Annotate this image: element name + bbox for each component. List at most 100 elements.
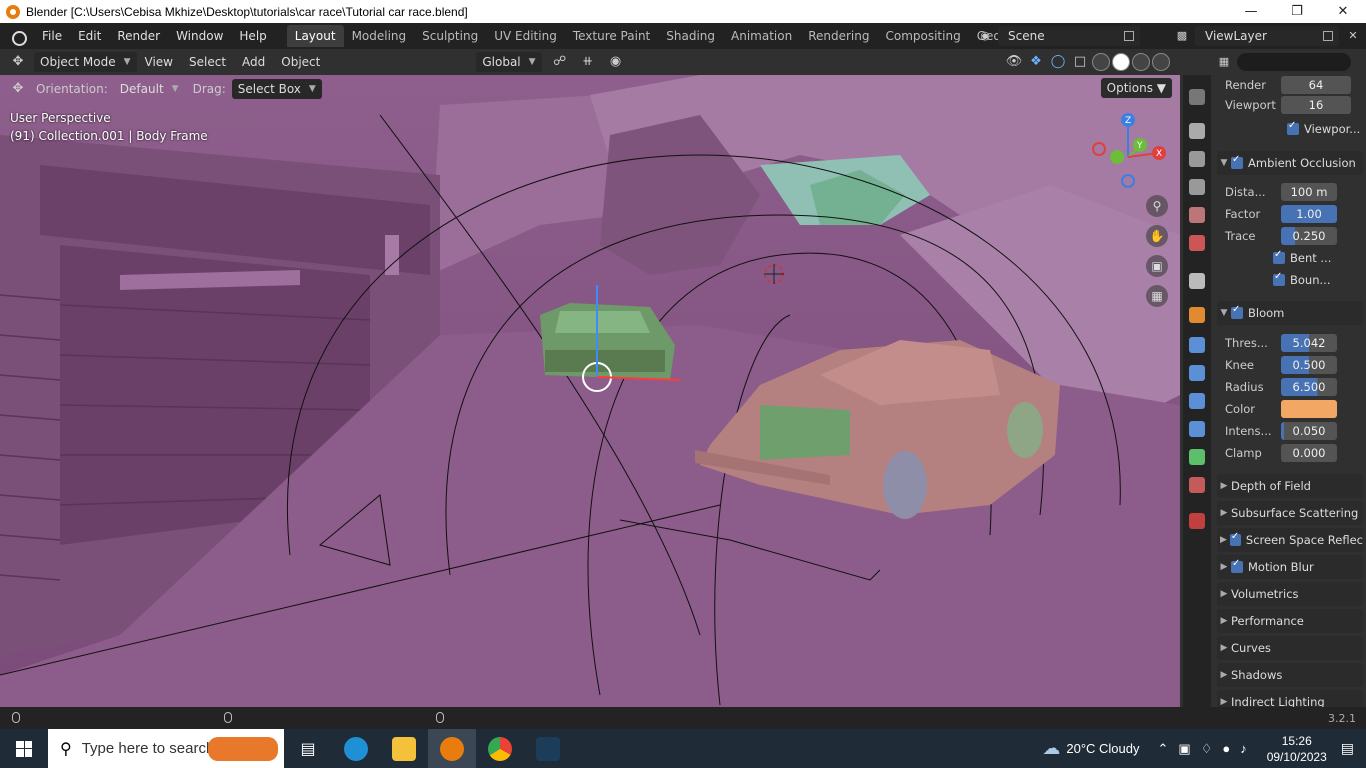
editor-type-icon[interactable]: ✥: [8, 52, 28, 72]
blender-menu-icon[interactable]: [10, 29, 27, 46]
depth-of-field-panel[interactable]: ▶ Depth of Field: [1217, 474, 1363, 498]
tab-compositing[interactable]: Compositing: [877, 25, 968, 47]
drag-dropdown[interactable]: Select Box ▼: [231, 78, 322, 99]
tab-uv-editing[interactable]: UV Editing: [486, 25, 565, 47]
subsurface-scattering-panel[interactable]: ▶ Subsurface Scattering: [1217, 501, 1363, 525]
start-button[interactable]: [0, 729, 48, 768]
gizmo-neg-y[interactable]: [1110, 150, 1124, 164]
copy-scene-icon[interactable]: [1124, 31, 1134, 41]
edge-taskbar-button[interactable]: [332, 729, 380, 768]
particles-tab-icon[interactable]: [1189, 365, 1205, 381]
bloom-panel[interactable]: ▼Bloom: [1217, 301, 1363, 325]
mode-dropdown[interactable]: Object Mode ▼: [34, 52, 137, 72]
volumetrics-panel[interactable]: ▶ Volumetrics: [1217, 582, 1363, 606]
weather-text[interactable]: 20°C Cloudy: [1066, 741, 1139, 756]
close-button[interactable]: ✕: [1320, 0, 1366, 23]
solid-shading-icon[interactable]: [1112, 53, 1130, 71]
restore-button[interactable]: ❐: [1274, 0, 1320, 23]
scene-selector[interactable]: Scene: [998, 26, 1140, 46]
wireframe-shading-icon[interactable]: [1092, 53, 1110, 71]
bloom-color-swatch[interactable]: [1281, 400, 1337, 418]
gizmo-neg-z[interactable]: [1121, 174, 1135, 188]
wifi-icon[interactable]: ●: [1222, 741, 1230, 756]
perspective-toggle-icon[interactable]: ▦: [1146, 285, 1168, 307]
properties-editor-icon[interactable]: ▦: [1217, 55, 1231, 69]
clock[interactable]: 15:26 09/10/2023: [1267, 733, 1327, 765]
menu-object[interactable]: Object: [273, 55, 328, 69]
scene-icon[interactable]: ◉: [978, 29, 992, 43]
object-tab-icon[interactable]: [1189, 307, 1205, 323]
menu-edit[interactable]: Edit: [70, 23, 109, 49]
visibility-icon[interactable]: 👁: [1004, 52, 1024, 72]
3d-viewport[interactable]: User Perspective (91) Collection.001 | B…: [0, 75, 1180, 707]
camera-view-icon[interactable]: ▣: [1146, 255, 1168, 277]
copy-viewlayer-icon[interactable]: [1323, 31, 1333, 41]
transform-orientation-dropdown[interactable]: Global ▼: [476, 52, 542, 72]
pivot-icon[interactable]: ☍: [550, 52, 570, 72]
language-icon[interactable]: ♢: [1201, 741, 1213, 757]
ao-checkbox[interactable]: [1231, 154, 1243, 169]
shadows-panel[interactable]: ▶ Shadows: [1217, 663, 1363, 687]
radius-field[interactable]: 6.500: [1281, 378, 1337, 396]
menu-add[interactable]: Add: [234, 55, 273, 69]
screen-space-reflections-panel[interactable]: ▶Screen Space Reflec: [1217, 528, 1363, 552]
pan-hand-icon[interactable]: ✋: [1146, 225, 1168, 247]
taskbar-search[interactable]: ⚲ Type here to search: [48, 729, 284, 768]
factor-field[interactable]: 1.00: [1281, 205, 1337, 223]
properties-search-input[interactable]: [1237, 53, 1351, 71]
chrome-taskbar-button[interactable]: [476, 729, 524, 768]
data-tab-icon[interactable]: [1189, 449, 1205, 465]
distance-field[interactable]: 100 m: [1281, 183, 1337, 201]
task-view-button[interactable]: ▤: [284, 729, 332, 768]
viewport-denoise-checkbox[interactable]: Viewpor...: [1287, 120, 1360, 136]
trace-field[interactable]: 0.250: [1281, 227, 1337, 245]
volume-icon[interactable]: ♪: [1240, 741, 1247, 756]
orientation-dropdown[interactable]: Default ▼: [114, 79, 185, 99]
viewlayer-icon[interactable]: ▩: [1175, 29, 1189, 43]
options-button[interactable]: Options ▼: [1100, 78, 1172, 98]
menu-window[interactable]: Window: [168, 23, 231, 49]
world-tab-icon[interactable]: [1189, 235, 1205, 251]
render-samples-field[interactable]: 64: [1281, 76, 1351, 94]
indirect-lighting-panel[interactable]: ▶ Indirect Lighting: [1217, 690, 1363, 707]
menu-render[interactable]: Render: [109, 23, 168, 49]
tool-tab-icon[interactable]: [1189, 89, 1205, 105]
menu-select[interactable]: Select: [181, 55, 234, 69]
texture-tab-icon[interactable]: [1189, 513, 1205, 529]
menu-view[interactable]: View: [137, 55, 181, 69]
clamp-field[interactable]: 0.000: [1281, 444, 1337, 462]
tab-shading[interactable]: Shading: [658, 25, 723, 47]
xray-icon[interactable]: □: [1070, 52, 1090, 72]
performance-panel[interactable]: ▶ Performance: [1217, 609, 1363, 633]
tab-texture-paint[interactable]: Texture Paint: [565, 25, 658, 47]
remove-viewlayer-icon[interactable]: ✕: [1346, 29, 1360, 43]
motion-blur-panel[interactable]: ▶Motion Blur: [1217, 555, 1363, 579]
motion-blur-checkbox[interactable]: [1231, 558, 1243, 573]
bent-normals-checkbox[interactable]: Bent ...: [1273, 249, 1331, 265]
modifier-tab-icon[interactable]: [1189, 337, 1205, 353]
output-tab-icon[interactable]: [1189, 151, 1205, 167]
scene-tab-icon[interactable]: [1189, 207, 1205, 223]
zoom-icon[interactable]: ⚲: [1146, 195, 1168, 217]
curves-panel[interactable]: ▶ Curves: [1217, 636, 1363, 660]
viewport-samples-field[interactable]: 16: [1281, 96, 1351, 114]
view-layer-tab-icon[interactable]: [1189, 179, 1205, 195]
transform-tool-icon[interactable]: ✥: [8, 79, 28, 99]
threshold-field[interactable]: 5.042: [1281, 334, 1337, 352]
overlay-icon[interactable]: ◯: [1048, 52, 1068, 72]
snap-icon[interactable]: ⧺: [578, 52, 598, 72]
physics-tab-icon[interactable]: [1189, 393, 1205, 409]
material-shading-icon[interactable]: [1132, 53, 1150, 71]
navigation-gizmo[interactable]: Z Y X: [1090, 111, 1170, 191]
tab-modeling[interactable]: Modeling: [344, 25, 415, 47]
gizmo-icon[interactable]: ❖: [1026, 52, 1046, 72]
render-tab-icon[interactable]: [1189, 123, 1205, 139]
gizmo-neg-x[interactable]: [1092, 142, 1106, 156]
tab-animation[interactable]: Animation: [723, 25, 800, 47]
ambient-occlusion-panel[interactable]: ▼Ambient Occlusion: [1217, 151, 1363, 175]
knee-field[interactable]: 0.500: [1281, 356, 1337, 374]
intensity-field[interactable]: 0.050: [1281, 422, 1337, 440]
proportional-edit-icon[interactable]: ◉: [606, 52, 626, 72]
tab-sculpting[interactable]: Sculpting: [414, 25, 486, 47]
bounces-checkbox[interactable]: Boun...: [1273, 271, 1330, 287]
